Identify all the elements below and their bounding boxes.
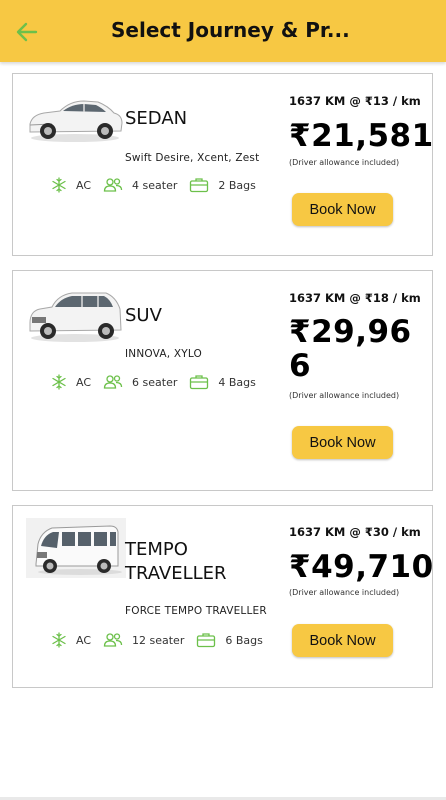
people-icon — [103, 178, 123, 192]
ac-label: AC — [76, 178, 92, 192]
bags-feature: 6 Bags — [196, 632, 263, 648]
snowflake-icon — [52, 374, 66, 390]
seater-label: 6 seater — [132, 375, 178, 389]
rate-text: 1637 KM @ ₹18 / km — [289, 291, 421, 305]
vehicle-models: INNOVA, XYLO — [125, 348, 203, 360]
book-now-button[interactable]: Book Now — [292, 426, 393, 459]
allowance-note: (Driver allowance included) — [289, 158, 400, 167]
seater-feature: 12 seater — [103, 632, 184, 648]
page-title: Select Journey & Pr... — [111, 18, 350, 42]
back-button[interactable] — [12, 17, 42, 47]
price-text: ₹49,710 — [289, 549, 434, 585]
snowflake-icon — [52, 632, 66, 648]
bags-label: 4 Bags — [218, 375, 256, 389]
bags-feature: 2 Bags — [189, 177, 256, 193]
allowance-note: (Driver allowance included) — [289, 588, 400, 597]
vehicle-name: SEDAN — [125, 108, 188, 129]
seater-label: 4 seater — [132, 178, 178, 192]
people-icon — [103, 633, 123, 647]
bags-feature: 4 Bags — [189, 374, 256, 390]
tempo-traveller-image — [26, 518, 126, 578]
vehicle-card-tempo-traveller: TEMPO TRAVELLER FORCE TEMPO TRAVELLER AC… — [12, 505, 433, 688]
bags-label: 2 Bags — [218, 178, 256, 192]
sedan-car-image — [29, 100, 123, 142]
rate-text: 1637 KM @ ₹13 / km — [289, 94, 421, 108]
suv-car-image — [29, 292, 122, 342]
luggage-icon — [190, 375, 209, 390]
allowance-note: (Driver allowance included) — [289, 391, 400, 400]
ac-feature: AC — [51, 177, 91, 193]
vehicle-name: TEMPO TRAVELLER — [125, 539, 227, 584]
seater-label: 12 seater — [132, 633, 185, 647]
vehicle-models: FORCE TEMPO TRAVELLER — [125, 605, 267, 617]
arrow-left-icon — [16, 22, 38, 42]
vehicle-features: AC 6 seater 4 Bags — [51, 374, 268, 390]
ac-label: AC — [76, 633, 92, 647]
people-icon — [103, 375, 123, 389]
book-now-button[interactable]: Book Now — [292, 624, 393, 657]
vehicle-name: SUV — [125, 305, 162, 326]
bags-label: 6 Bags — [225, 633, 263, 647]
app-screen: Select Journey & Pr... SEDAN Swift Desir… — [0, 0, 446, 800]
vehicle-card-suv: SUV INNOVA, XYLO AC 6 seater 4 Bags 1637… — [12, 270, 433, 491]
ac-feature: AC — [51, 374, 91, 390]
vehicle-models: Swift Desire, Xcent, Zest — [125, 152, 260, 164]
vehicle-features: AC 12 seater 6 Bags — [51, 632, 275, 648]
book-now-button[interactable]: Book Now — [292, 193, 393, 226]
seater-feature: 4 seater — [103, 177, 177, 193]
luggage-icon — [197, 633, 216, 648]
rate-text: 1637 KM @ ₹30 / km — [289, 525, 421, 539]
vehicle-card-sedan: SEDAN Swift Desire, Xcent, Zest AC 4 sea… — [12, 73, 433, 256]
price-text: ₹21,581 — [289, 118, 434, 154]
vehicle-features: AC 4 seater 2 Bags — [51, 177, 268, 193]
seater-feature: 6 seater — [103, 374, 177, 390]
ac-label: AC — [76, 375, 92, 389]
app-header: Select Journey & Pr... — [0, 0, 446, 62]
snowflake-icon — [52, 177, 66, 193]
price-text: ₹29,966 — [289, 314, 412, 384]
ac-feature: AC — [51, 632, 91, 648]
luggage-icon — [190, 178, 209, 193]
